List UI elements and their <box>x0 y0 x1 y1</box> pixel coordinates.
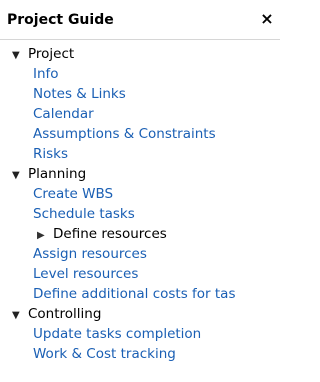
panel-title: Project Guide <box>7 12 114 28</box>
triangle-down-icon: ▼ <box>12 50 20 61</box>
section-label: Controlling <box>28 306 102 322</box>
link-schedule-tasks[interactable]: Schedule tasks <box>33 204 135 224</box>
link-risks[interactable]: Risks <box>33 144 68 164</box>
triangle-down-icon: ▼ <box>12 310 20 321</box>
panel-header: Project Guide × <box>0 0 280 40</box>
link-create-wbs[interactable]: Create WBS <box>33 184 113 204</box>
link-work-cost-tracking[interactable]: Work & Cost tracking <box>33 344 176 364</box>
subgroup-define-resources[interactable]: ▶ Define resources <box>37 224 167 244</box>
section-planning[interactable]: ▼ Planning <box>12 164 86 184</box>
link-level-resources[interactable]: Level resources <box>33 264 138 284</box>
link-assumptions-constraints[interactable]: Assumptions & Constraints <box>33 124 216 144</box>
section-controlling[interactable]: ▼ Controlling <box>12 304 101 324</box>
link-notes-links[interactable]: Notes & Links <box>33 84 126 104</box>
link-assign-resources[interactable]: Assign resources <box>33 244 147 264</box>
subgroup-label: Define resources <box>53 226 167 242</box>
triangle-down-icon: ▼ <box>12 170 20 181</box>
link-define-additional-costs[interactable]: Define additional costs for tas <box>33 284 235 304</box>
link-update-tasks-completion[interactable]: Update tasks completion <box>33 324 201 344</box>
section-project[interactable]: ▼ Project <box>12 44 74 64</box>
link-info[interactable]: Info <box>33 64 59 84</box>
triangle-right-icon: ▶ <box>37 230 45 241</box>
close-icon[interactable]: × <box>258 9 276 29</box>
link-calendar[interactable]: Calendar <box>33 104 94 124</box>
section-label: Planning <box>28 166 87 182</box>
section-label: Project <box>28 46 75 62</box>
